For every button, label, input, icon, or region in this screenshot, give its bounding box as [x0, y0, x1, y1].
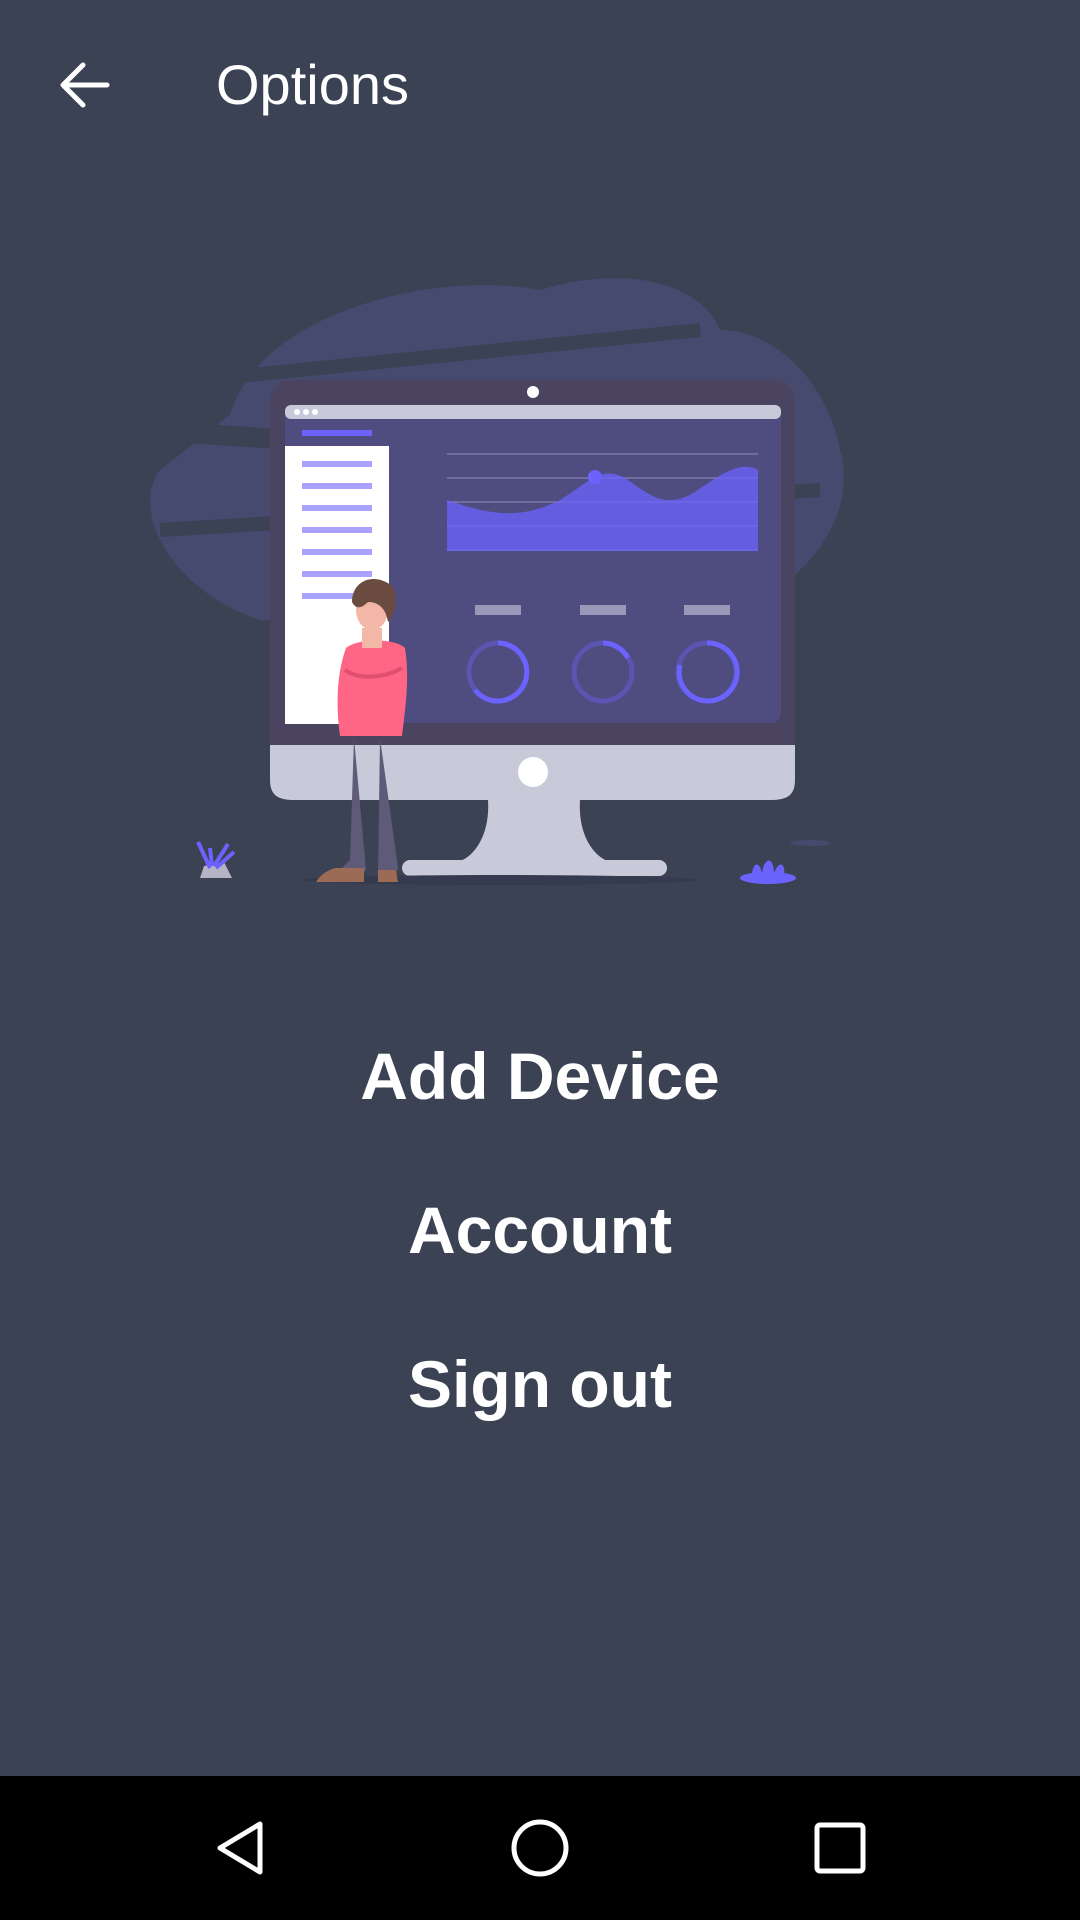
nav-home-circle-icon [511, 1819, 569, 1877]
nav-recents-square-icon [814, 1822, 866, 1874]
system-nav-bar [0, 1776, 1080, 1920]
nav-back-triangle-icon [217, 1821, 263, 1875]
app-bar: Options [0, 0, 1080, 170]
arrow-back-icon [60, 62, 110, 108]
sign-out-button[interactable]: Sign out [0, 1318, 1080, 1472]
add-device-button[interactable]: Add Device [0, 1010, 1080, 1164]
monitor-stand [458, 800, 610, 862]
nav-home-button[interactable] [490, 1798, 590, 1898]
nav-recents-button[interactable] [790, 1798, 890, 1898]
options-menu: Add Device Account Sign out [0, 1010, 1080, 1472]
plant-left-decoration [196, 841, 236, 878]
options-screen: Options Add Device Account Sign out [0, 0, 1080, 1920]
monitor-camera [527, 386, 539, 398]
back-button[interactable] [40, 40, 130, 130]
plant-right-decoration [740, 860, 796, 884]
account-button[interactable]: Account [0, 1164, 1080, 1318]
page-title: Options [216, 53, 409, 116]
nav-back-button[interactable] [190, 1798, 290, 1898]
dashboard-illustration [139, 270, 940, 910]
